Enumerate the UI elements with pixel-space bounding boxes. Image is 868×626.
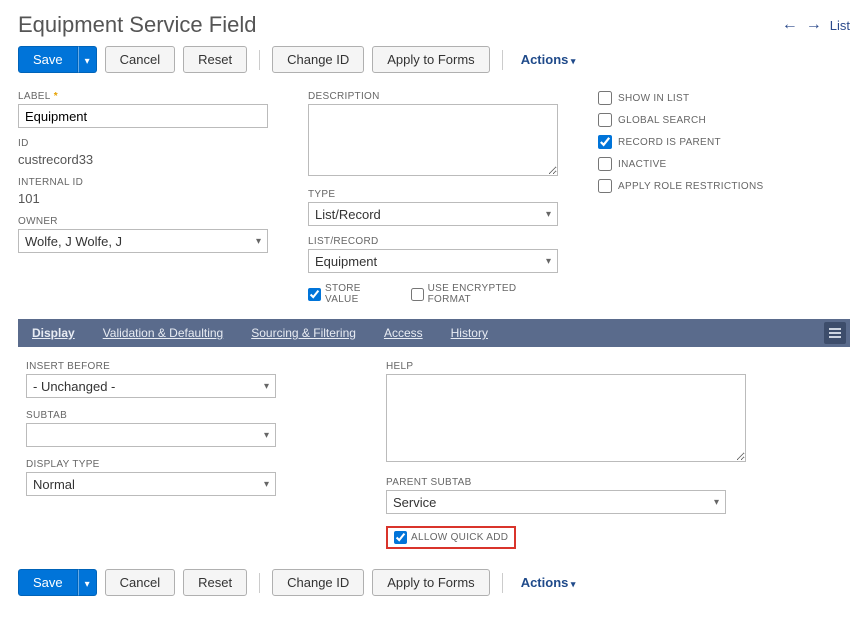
tab-display[interactable]: Display — [18, 319, 89, 347]
type-value: List/Record — [315, 207, 381, 222]
internal-id-value: 101 — [18, 190, 268, 206]
encrypted-label: USE ENCRYPTED FORMAT — [428, 283, 558, 305]
type-label: TYPE — [308, 189, 558, 200]
divider — [502, 573, 503, 593]
reset-button[interactable]: Reset — [183, 46, 247, 73]
actions-menu[interactable]: Actions — [515, 47, 582, 72]
id-value: custrecord33 — [18, 151, 268, 167]
save-button-bottom[interactable]: Save — [18, 569, 78, 596]
record-is-parent-label: RECORD IS PARENT — [618, 137, 721, 148]
tab-bar: Display Validation & Defaulting Sourcing… — [18, 319, 850, 347]
insert-before-value: - Unchanged - — [33, 379, 115, 394]
parent-subtab-value: Service — [393, 495, 436, 510]
record-is-parent-checkbox[interactable] — [598, 135, 612, 149]
label-field-label: LABEL — [18, 91, 268, 102]
list-record-select[interactable]: Equipment — [308, 249, 558, 273]
cancel-button-bottom[interactable]: Cancel — [105, 569, 175, 596]
apply-to-forms-button[interactable]: Apply to Forms — [372, 46, 489, 73]
subtab-label: SUBTAB — [26, 410, 276, 421]
owner-select[interactable]: Wolfe, J Wolfe, J — [18, 229, 268, 253]
owner-field-label: OWNER — [18, 216, 268, 227]
forward-arrow-icon[interactable]: → — [806, 16, 822, 34]
tab-access[interactable]: Access — [370, 319, 437, 347]
encrypted-checkbox[interactable] — [411, 288, 424, 301]
change-id-button-bottom[interactable]: Change ID — [272, 569, 364, 596]
bottom-button-bar: Save Cancel Reset Change ID Apply to For… — [18, 569, 850, 596]
internal-id-field-label: INTERNAL ID — [18, 177, 268, 188]
parent-subtab-select[interactable]: Service — [386, 490, 726, 514]
owner-value: Wolfe, J Wolfe, J — [25, 234, 122, 249]
save-dropdown-button[interactable] — [78, 46, 97, 73]
global-search-label: GLOBAL SEARCH — [618, 115, 706, 126]
divider — [259, 50, 260, 70]
id-field-label: ID — [18, 138, 268, 149]
apply-role-restrictions-checkbox[interactable] — [598, 179, 612, 193]
save-dropdown-button-bottom[interactable] — [78, 569, 97, 596]
allow-quick-add-checkbox[interactable] — [394, 531, 407, 544]
apply-to-forms-button-bottom[interactable]: Apply to Forms — [372, 569, 489, 596]
reset-button-bottom[interactable]: Reset — [183, 569, 247, 596]
list-record-value: Equipment — [315, 254, 377, 269]
divider — [259, 573, 260, 593]
tab-menu-icon[interactable] — [824, 322, 846, 344]
back-arrow-icon[interactable]: ← — [782, 16, 798, 34]
list-record-label: LIST/RECORD — [308, 236, 558, 247]
help-textarea[interactable] — [386, 374, 746, 462]
save-button[interactable]: Save — [18, 46, 78, 73]
label-input[interactable] — [18, 104, 268, 128]
actions-menu-bottom[interactable]: Actions — [515, 570, 582, 595]
display-type-value: Normal — [33, 477, 75, 492]
cancel-button[interactable]: Cancel — [105, 46, 175, 73]
tab-history[interactable]: History — [437, 319, 502, 347]
top-button-bar: Save Cancel Reset Change ID Apply to For… — [18, 46, 850, 73]
description-textarea[interactable] — [308, 104, 558, 176]
tab-sourcing[interactable]: Sourcing & Filtering — [237, 319, 370, 347]
store-value-checkbox[interactable] — [308, 288, 321, 301]
inactive-label: INACTIVE — [618, 159, 667, 170]
type-select[interactable]: List/Record — [308, 202, 558, 226]
allow-quick-add-label: ALLOW QUICK ADD — [411, 532, 508, 543]
global-search-checkbox[interactable] — [598, 113, 612, 127]
description-label: DESCRIPTION — [308, 91, 558, 102]
list-link[interactable]: List — [830, 18, 850, 33]
help-label: HELP — [386, 361, 746, 372]
insert-before-select[interactable]: - Unchanged - — [26, 374, 276, 398]
parent-subtab-label: PARENT SUBTAB — [386, 477, 746, 488]
show-in-list-label: SHOW IN LIST — [618, 93, 689, 104]
change-id-button[interactable]: Change ID — [272, 46, 364, 73]
page-title: Equipment Service Field — [18, 12, 256, 38]
display-type-label: DISPLAY TYPE — [26, 459, 276, 470]
allow-quick-add-highlight: ALLOW QUICK ADD — [386, 526, 516, 549]
divider — [502, 50, 503, 70]
apply-role-restrictions-label: APPLY ROLE RESTRICTIONS — [618, 181, 763, 192]
show-in-list-checkbox[interactable] — [598, 91, 612, 105]
tab-validation[interactable]: Validation & Defaulting — [89, 319, 238, 347]
display-type-select[interactable]: Normal — [26, 472, 276, 496]
insert-before-label: INSERT BEFORE — [26, 361, 276, 372]
inactive-checkbox[interactable] — [598, 157, 612, 171]
subtab-select[interactable] — [26, 423, 276, 447]
store-value-label: STORE VALUE — [325, 283, 395, 305]
